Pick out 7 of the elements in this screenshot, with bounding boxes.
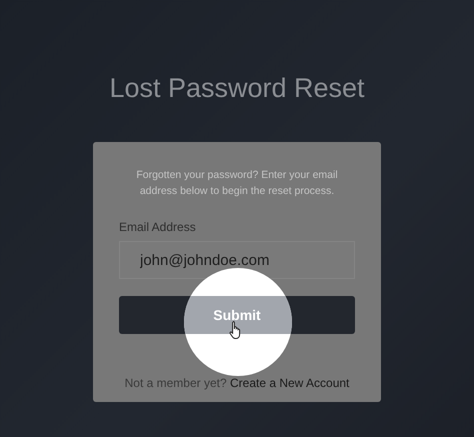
page-title: Lost Password Reset	[109, 72, 365, 105]
email-field[interactable]: john@johndoe.com	[119, 241, 355, 279]
hand-cursor-icon	[229, 320, 243, 340]
intro-text: Forgotten your password? Enter your email address below to begin the reset process.	[135, 168, 339, 199]
create-account-link[interactable]: Create a New Account	[230, 376, 350, 390]
footer-text: Not a member yet? Create a New Account	[124, 376, 350, 390]
field-label: Email Address	[119, 220, 197, 234]
